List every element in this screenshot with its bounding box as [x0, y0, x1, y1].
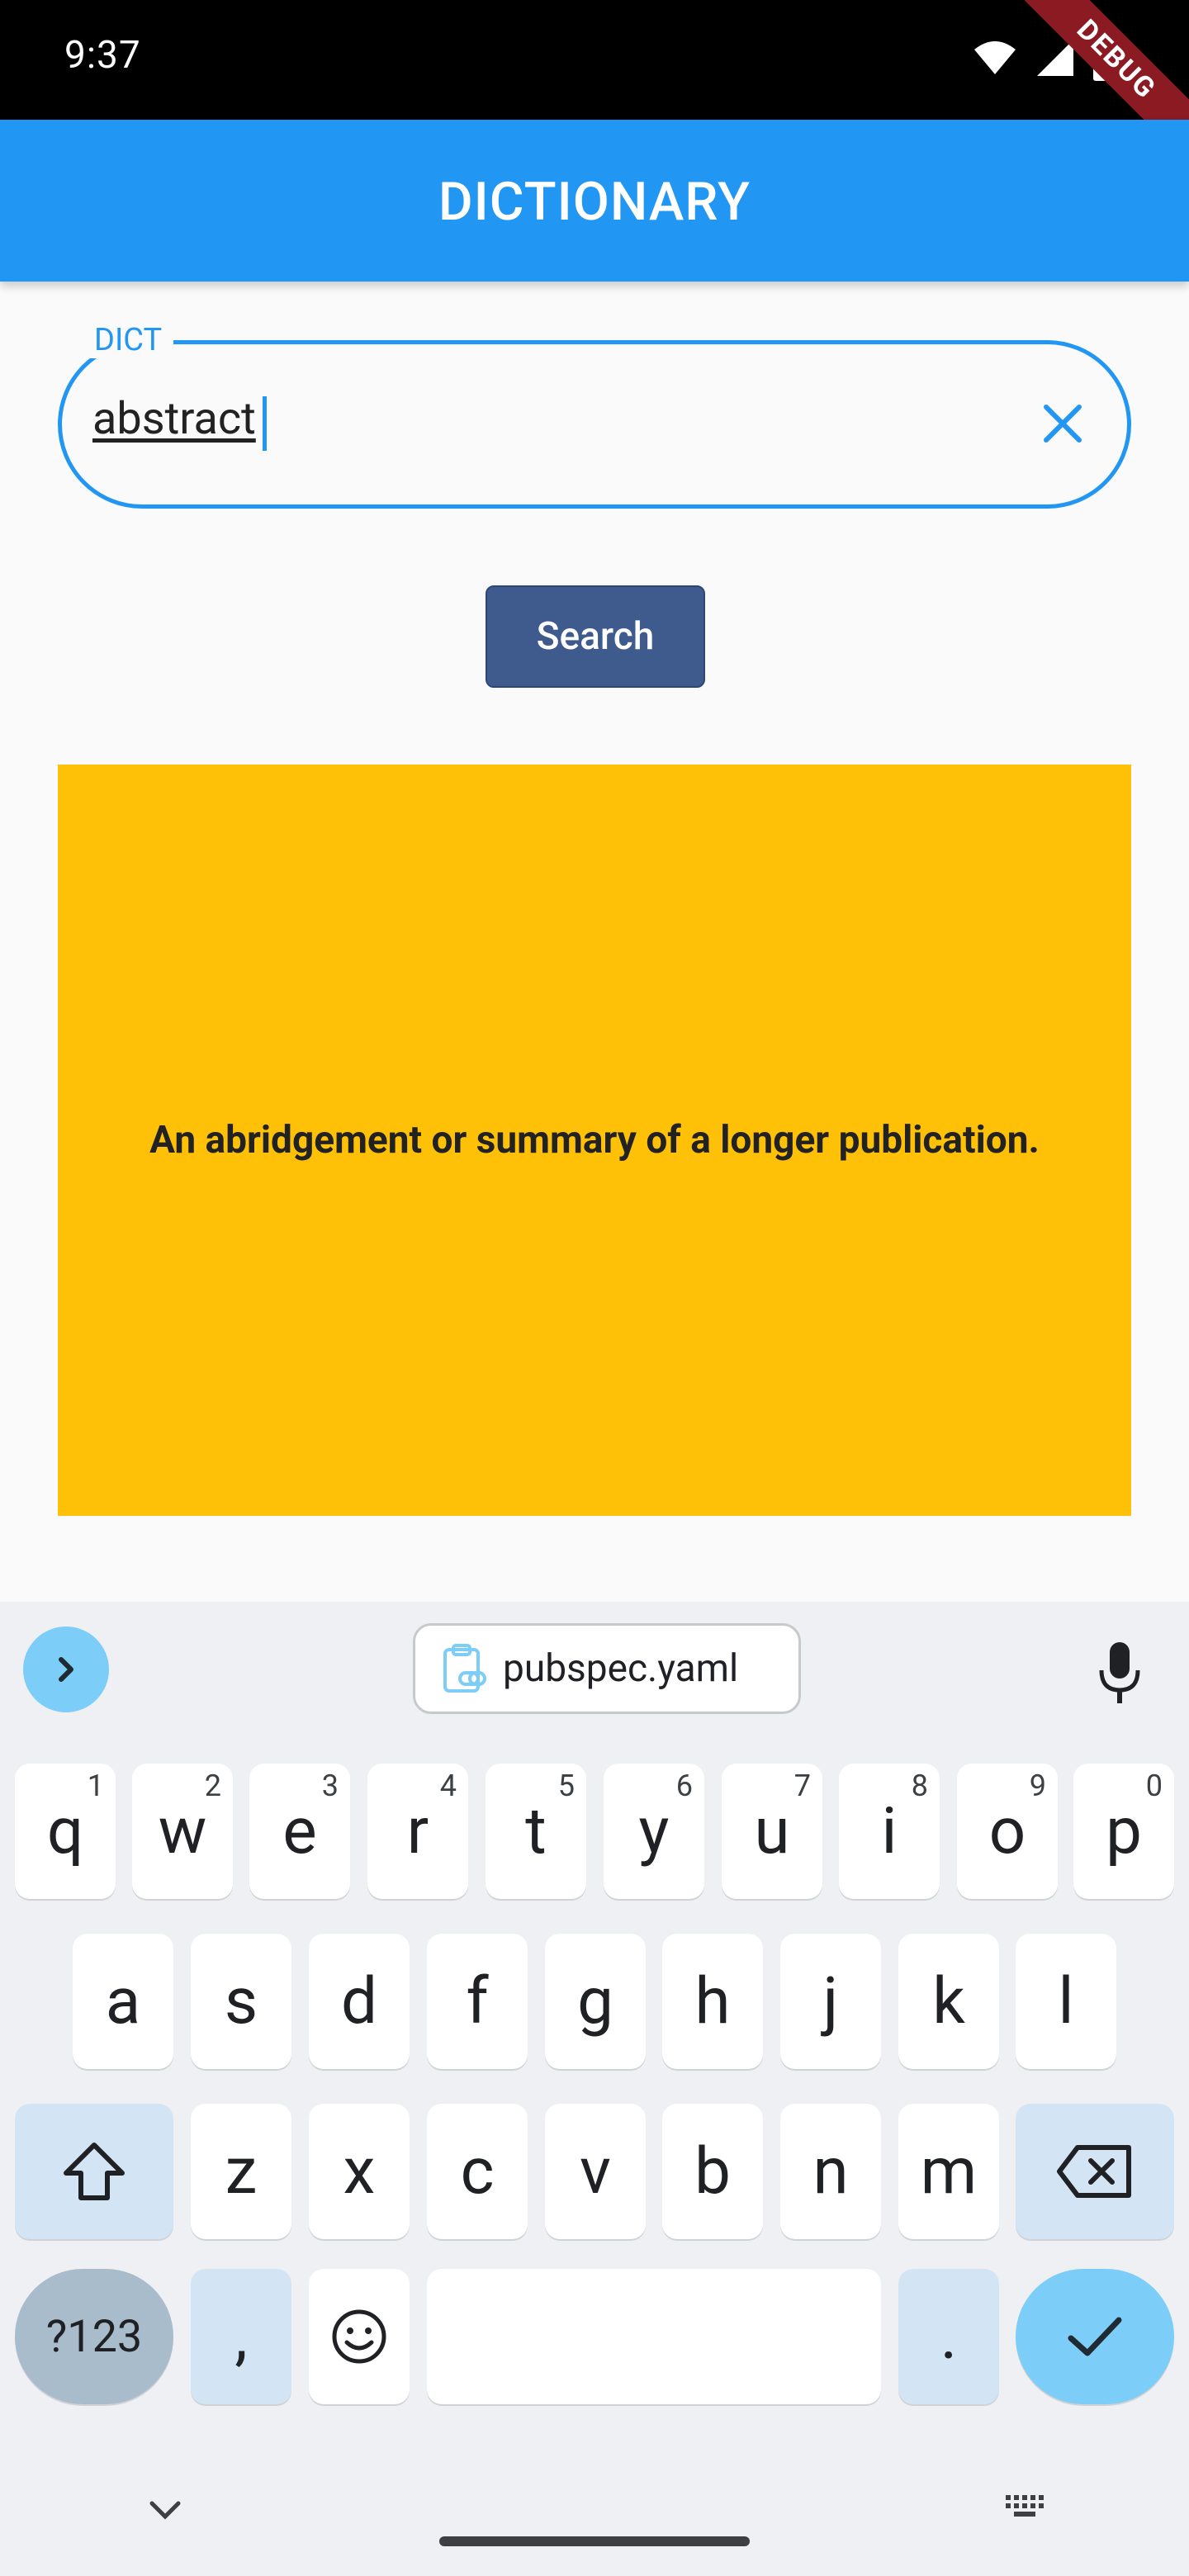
dict-input-value[interactable]: abstract: [92, 393, 256, 445]
key-x[interactable]: x: [309, 2104, 410, 2239]
battery-icon: [1093, 35, 1118, 81]
symbols-key[interactable]: ?123: [15, 2269, 173, 2404]
key-label: e: [282, 1793, 317, 1869]
clipboard-suggestion-label: pubspec.yaml: [503, 1646, 739, 1691]
key-e[interactable]: e3: [249, 1764, 350, 1899]
backspace-key[interactable]: [1016, 2104, 1174, 2239]
key-c[interactable]: c: [427, 2104, 528, 2239]
home-indicator[interactable]: [439, 2536, 750, 2546]
key-hint: 3: [321, 1769, 339, 1803]
key-p[interactable]: p0: [1073, 1764, 1174, 1899]
backspace-icon: [1057, 2145, 1131, 2198]
mic-icon: [1099, 1642, 1140, 1703]
signal-icon: [1037, 40, 1073, 76]
key-hint: 9: [1029, 1769, 1046, 1803]
key-g[interactable]: g: [545, 1934, 646, 2069]
chevron-right-icon: [59, 1657, 73, 1682]
key-u[interactable]: u7: [722, 1764, 822, 1899]
key-hint: 5: [557, 1769, 575, 1803]
key-o[interactable]: o9: [957, 1764, 1058, 1899]
keyboard-expand-button[interactable]: [23, 1627, 109, 1712]
emoji-icon: [332, 2309, 386, 2364]
key-label: w: [158, 1793, 207, 1869]
key-a[interactable]: a: [73, 1934, 173, 2069]
status-icons: [973, 35, 1118, 81]
space-key[interactable]: [427, 2269, 881, 2404]
app-bar: DICTIONARY: [0, 120, 1189, 282]
key-hint: 7: [793, 1769, 811, 1803]
keyboard-collapse-button[interactable]: [140, 2493, 190, 2526]
key-w[interactable]: w2: [132, 1764, 233, 1899]
key-hint: 6: [675, 1769, 693, 1803]
key-r[interactable]: r4: [367, 1764, 468, 1899]
key-v[interactable]: v: [545, 2104, 646, 2239]
keyboard-switch-icon: [1006, 2495, 1044, 2517]
key-q[interactable]: q1: [15, 1764, 116, 1899]
key-label: u: [754, 1793, 790, 1869]
wifi-icon: [974, 41, 1016, 74]
key-t[interactable]: t5: [486, 1764, 586, 1899]
key-label: y: [638, 1793, 670, 1869]
key-y[interactable]: y6: [604, 1764, 704, 1899]
definition-text: An abridgement or summary of a longer pu…: [149, 1118, 1040, 1163]
key-j[interactable]: j: [780, 1934, 881, 2069]
key-l[interactable]: l: [1016, 1934, 1116, 2069]
key-n[interactable]: n: [780, 2104, 881, 2239]
comma-key[interactable]: ,: [191, 2269, 291, 2404]
key-b[interactable]: b: [662, 2104, 763, 2239]
keyboard-switch-button[interactable]: [1001, 2490, 1050, 2523]
chevron-down-icon: [149, 2501, 181, 2520]
keyboard: [0, 1602, 1189, 2576]
clipboard-link-icon: [443, 1644, 486, 1693]
enter-key[interactable]: [1016, 2269, 1174, 2404]
search-button[interactable]: Search: [486, 585, 705, 688]
key-hint: 4: [439, 1769, 457, 1803]
app-title: DICTIONARY: [438, 171, 751, 233]
key-f[interactable]: f: [427, 1934, 528, 2069]
key-hint: 1: [87, 1769, 104, 1803]
key-label: p: [1106, 1793, 1142, 1869]
key-k[interactable]: k: [898, 1934, 999, 2069]
clear-icon: [1044, 405, 1082, 443]
key-hint: 2: [204, 1769, 221, 1803]
shift-key[interactable]: [15, 2104, 173, 2239]
text-caret: [263, 396, 267, 451]
clipboard-suggestion-chip[interactable]: pubspec.yaml: [413, 1623, 801, 1714]
key-label: i: [881, 1793, 898, 1869]
period-key[interactable]: .: [898, 2269, 999, 2404]
dict-input-label: DICT: [83, 322, 174, 358]
clear-button[interactable]: [1034, 395, 1092, 452]
status-time: 9:37: [64, 33, 141, 78]
emoji-key[interactable]: [309, 2269, 410, 2404]
key-label: q: [46, 1793, 84, 1869]
key-z[interactable]: z: [191, 2104, 291, 2239]
shift-icon: [64, 2143, 125, 2200]
key-d[interactable]: d: [309, 1934, 410, 2069]
key-h[interactable]: h: [662, 1934, 763, 2069]
key-label: o: [988, 1793, 1026, 1869]
key-m[interactable]: m: [898, 2104, 999, 2239]
check-icon: [1068, 2317, 1122, 2356]
key-i[interactable]: i8: [839, 1764, 940, 1899]
key-label: r: [406, 1793, 429, 1869]
key-s[interactable]: s: [191, 1934, 291, 2069]
key-hint: 8: [911, 1769, 928, 1803]
definition-card: An abridgement or summary of a longer pu…: [58, 765, 1131, 1516]
key-label: t: [525, 1793, 547, 1869]
mic-button[interactable]: [1095, 1640, 1144, 1706]
key-hint: 0: [1145, 1769, 1163, 1803]
